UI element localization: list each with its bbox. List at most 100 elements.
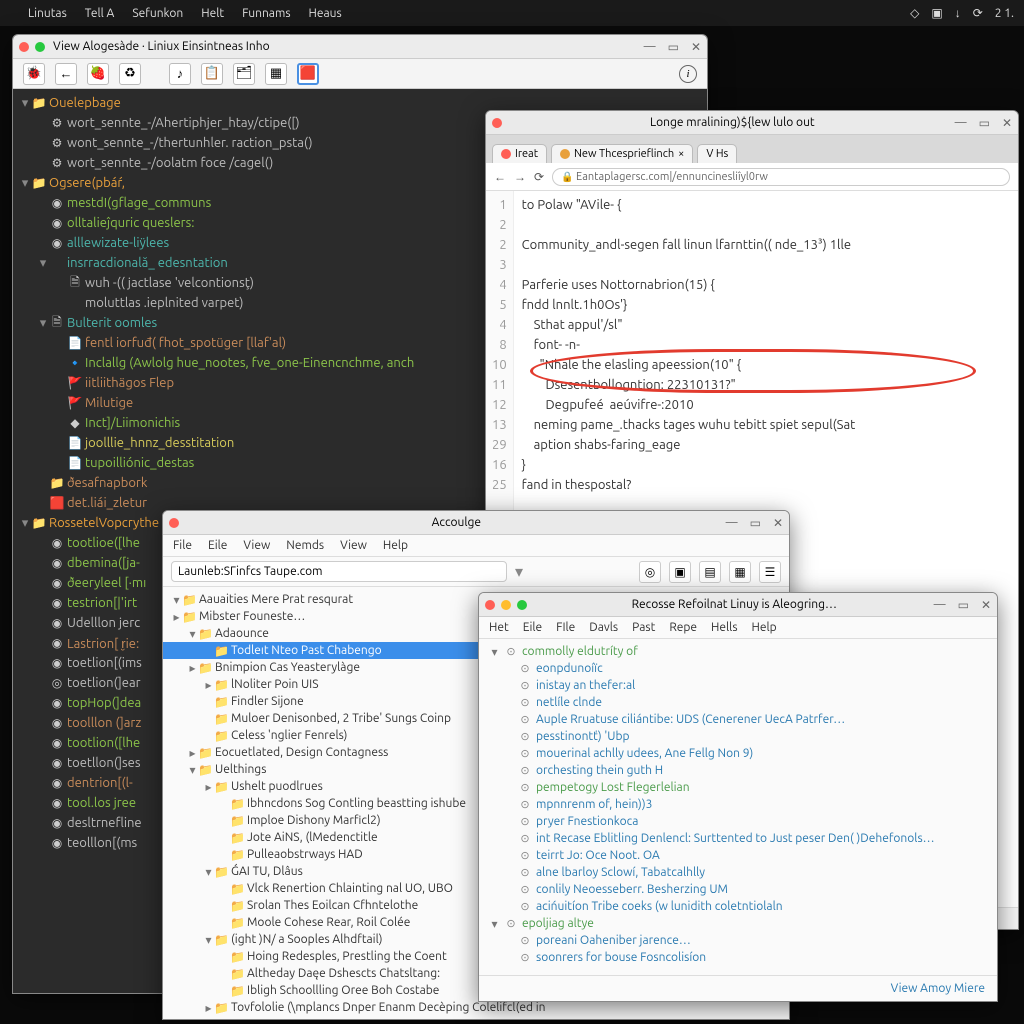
list-item[interactable]: ▾⊙commolly eldutríty of <box>485 643 991 660</box>
disclosure-icon[interactable]: ▾ <box>203 933 214 947</box>
list-item[interactable]: ⊙pesstinontť) 'Ubp <box>485 728 991 745</box>
list-item[interactable]: ⊙mouerinal achlly udees, Ane Fellg Non 9… <box>485 745 991 762</box>
ide-titlebar[interactable]: View Alogesàde · Liniux Einsintneas Inho… <box>13 35 707 59</box>
browser-tab[interactable]: Ireat <box>492 144 547 163</box>
tab-close-icon[interactable]: × <box>678 148 684 160</box>
code-line[interactable]: } <box>522 455 1010 475</box>
disclosure-icon[interactable]: ▾ <box>19 176 31 191</box>
disclosure-icon[interactable]: ▾ <box>489 917 500 931</box>
toolbar-button[interactable]: ▣ <box>669 561 691 583</box>
toolbar-button[interactable]: ▤ <box>699 561 721 583</box>
list-item[interactable]: ⊙int Recase Eblitling Denlencl: Surttent… <box>485 830 991 847</box>
minimize-icon[interactable] <box>501 600 511 610</box>
disclosure-icon[interactable]: ▾ <box>187 627 198 641</box>
ref-titlebar[interactable]: Recosse Refoilnat Linuy is Aleogring… — … <box>479 593 997 617</box>
menu-button[interactable]: ☰ <box>759 561 781 583</box>
list-item[interactable]: ⊙inistay an thefer:al <box>485 677 991 694</box>
disclosure-icon[interactable]: ▾ <box>489 645 500 659</box>
maximize-icon[interactable] <box>35 42 45 52</box>
menu-item[interactable]: Hells <box>711 621 737 634</box>
menu-item[interactable]: View <box>340 539 367 552</box>
disclosure-icon[interactable]: ▾ <box>19 516 31 531</box>
toolbar-button[interactable]: 🍓 <box>87 63 109 85</box>
list-item[interactable]: ⊙orchesting thein guth H <box>485 762 991 779</box>
code-line[interactable]: fndd lnnlt.1h0Os'} <box>522 295 1010 315</box>
toolbar-button[interactable]: ▦ <box>729 561 751 583</box>
code-line[interactable] <box>522 255 1010 275</box>
minimize-icon[interactable]: — <box>726 516 738 530</box>
list-item[interactable]: ⊙mpnnrenm of, hein))3 <box>485 796 991 813</box>
status-icon[interactable]: ▣ <box>931 6 942 20</box>
list-item[interactable]: ⊙acińuitíon Tribe coeks (w lunidith cole… <box>485 898 991 915</box>
list-item[interactable]: ⊙soonrers for bouse Fosncolisíon <box>485 949 991 966</box>
menu-item[interactable]: Linutas <box>28 7 67 20</box>
status-icon[interactable]: ↓ <box>955 6 961 20</box>
menu-item[interactable]: View <box>243 539 270 552</box>
close-icon[interactable] <box>169 518 179 528</box>
minimize-icon[interactable]: — <box>644 40 656 54</box>
list-item[interactable]: ⊙Auple Rruatuse ciliántibe: UDS (Ceneren… <box>485 711 991 728</box>
code-line[interactable]: Sthat appul'/sl" <box>522 315 1010 335</box>
disclosure-icon[interactable]: ▸ <box>187 746 198 760</box>
disclosure-icon[interactable]: ▸ <box>203 1001 214 1015</box>
close-icon[interactable]: ✕ <box>1002 116 1012 130</box>
code-line[interactable]: Dsesentbollogntion: 22310131?" <box>522 375 1010 395</box>
disclosure-icon[interactable]: ▸ <box>203 678 214 692</box>
browser-tab[interactable]: New Thcesprieflinch× <box>551 144 693 163</box>
list-item[interactable]: ⊙teirrt Jo: Oce Noot. OA <box>485 847 991 864</box>
menu-item[interactable]: Eile <box>208 539 227 552</box>
toolbar-button[interactable]: 🟥 <box>297 63 319 85</box>
disclosure-icon[interactable]: ▾ <box>37 316 49 331</box>
code-line[interactable]: "Nhale the elasling apeession(10" { <box>522 355 1010 375</box>
code-line[interactable]: Degpufeé aeúvifre-:2010 <box>522 395 1010 415</box>
menu-item[interactable]: Eile <box>523 621 542 634</box>
close-icon[interactable] <box>485 600 495 610</box>
close-icon[interactable]: ✕ <box>981 598 991 612</box>
menu-item[interactable]: Tell A <box>85 7 115 20</box>
list-item[interactable]: ⊙conlily Neoesseberr. Besherzing UM <box>485 881 991 898</box>
browser-tab[interactable]: V Hs <box>697 144 737 163</box>
disclosure-icon[interactable]: ▾ <box>19 96 31 111</box>
menu-item[interactable]: Heaus <box>309 7 342 20</box>
view-more-link[interactable]: View Amoy Miere <box>891 982 985 995</box>
reload-button[interactable]: ⟳ <box>534 170 544 184</box>
code-line[interactable]: Parferie uses Nottornabrion(15) { <box>522 275 1010 295</box>
menu-item[interactable]: Help <box>383 539 408 552</box>
toolbar-button[interactable]: ♻ <box>119 63 141 85</box>
code-line[interactable]: font- -n- <box>522 335 1010 355</box>
toolbar-button[interactable]: 🐞 <box>23 63 45 85</box>
menu-item[interactable]: Helt <box>201 7 224 20</box>
browser-titlebar[interactable]: Longe mralining)${lew lulo out — ▭ ✕ <box>486 111 1018 135</box>
disclosure-icon[interactable]: ▸ <box>171 610 182 624</box>
disclosure-icon[interactable]: ▾ <box>171 593 182 607</box>
toolbar-button[interactable]: ♪ <box>169 63 191 85</box>
menu-item[interactable]: FIle <box>556 621 575 634</box>
list-item[interactable]: ⊙pempetogy Lost Flegerlelian <box>485 779 991 796</box>
url-field[interactable]: 🔒 Eantaplagersc.com|/ennuncinesliîyl0rw <box>552 168 1010 186</box>
close-icon[interactable] <box>492 118 502 128</box>
menu-item[interactable]: Funnams <box>242 7 290 20</box>
code-line[interactable]: neming pame_.thacks tages wuhu tebitt sp… <box>522 415 1010 435</box>
code-line[interactable]: Community_andl-segen fall linun lfarntti… <box>522 235 1010 255</box>
list-item[interactable]: ⊙netlílе clnde <box>485 694 991 711</box>
minimize-icon[interactable]: — <box>934 598 946 612</box>
back-button[interactable]: ← <box>494 170 506 184</box>
menu-item[interactable]: Davls <box>589 621 618 634</box>
list-item[interactable]: ⊙pryer Fnestionkoca <box>485 813 991 830</box>
menu-item[interactable]: Het <box>489 621 509 634</box>
menu-item[interactable]: Nemds <box>286 539 324 552</box>
forward-button[interactable]: → <box>514 170 526 184</box>
minimize-icon[interactable]: — <box>955 116 967 130</box>
restore-icon[interactable]: ▭ <box>979 116 990 130</box>
list-item[interactable]: ▾⊙epoljiag altye <box>485 915 991 932</box>
toolbar-button[interactable]: 🗂 <box>233 63 255 85</box>
disclosure-icon[interactable]: ▾ <box>203 865 214 879</box>
disclosure-icon[interactable]: ▾ <box>187 763 198 777</box>
maximize-icon[interactable] <box>517 600 527 610</box>
code-line[interactable]: to Polaw "AVile- { <box>522 195 1010 215</box>
menu-item[interactable]: Repe <box>669 621 697 634</box>
code-line[interactable]: aption shabs-faring_eage <box>522 435 1010 455</box>
code-line[interactable] <box>522 215 1010 235</box>
restore-icon[interactable]: ▭ <box>958 598 969 612</box>
status-icon[interactable]: ◇ <box>910 6 919 20</box>
